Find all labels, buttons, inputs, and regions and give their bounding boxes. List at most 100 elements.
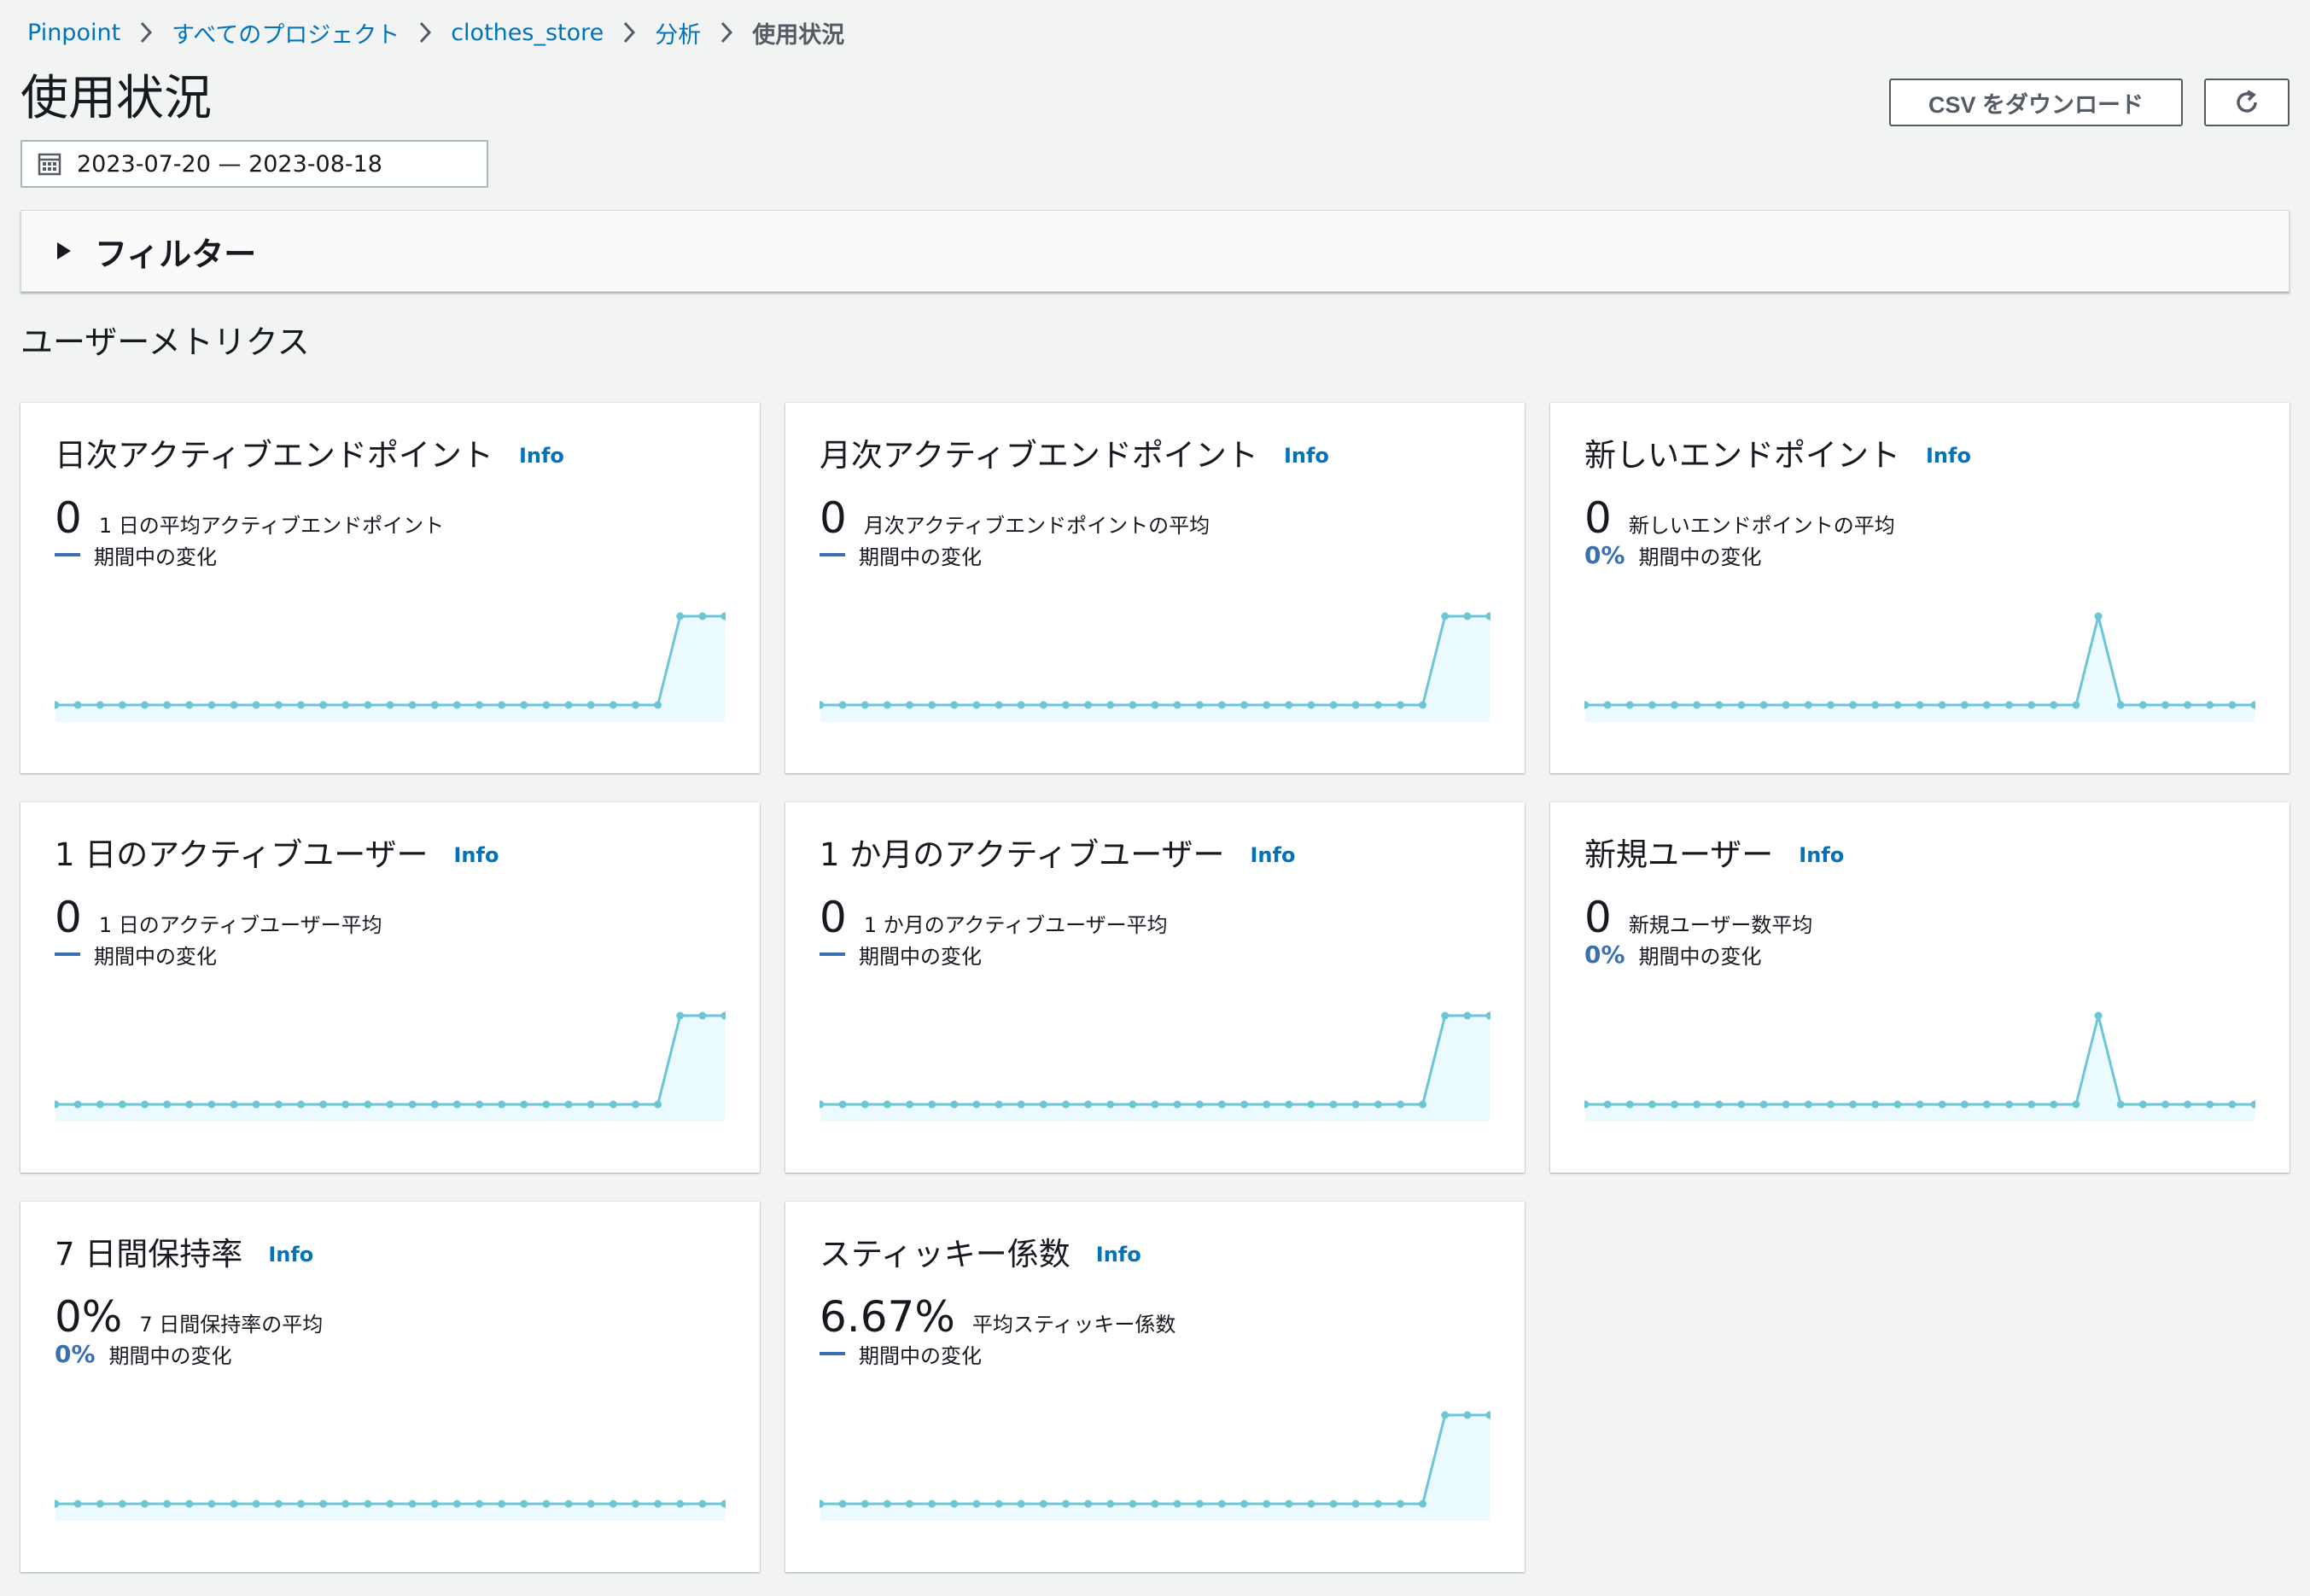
sparkline-point: [1374, 1500, 1382, 1508]
sparkline-point: [118, 1500, 126, 1508]
sparkline-point: [838, 1500, 847, 1508]
sparkline-point: [2184, 1100, 2192, 1109]
sparkline-point: [838, 1100, 847, 1109]
sparkline-point: [163, 1100, 172, 1109]
sparkline-line: [820, 615, 1490, 707]
info-link[interactable]: Info: [1799, 843, 1844, 867]
metric-description: 1 か月のアクティブユーザー平均: [863, 913, 1168, 937]
filter-panel-toggle[interactable]: フィルター: [20, 210, 2290, 292]
sparkline-point: [1217, 1500, 1226, 1508]
sparkline-point: [1329, 701, 1338, 709]
breadcrumb-link-all-projects[interactable]: すべてのプロジェクト: [172, 16, 400, 50]
info-link[interactable]: Info: [268, 1243, 313, 1267]
metric-title: 1 日のアクティブユーザー: [55, 836, 429, 873]
sparkline-point: [1061, 1500, 1070, 1508]
sparkline-point: [631, 701, 639, 709]
change-label: 期間中の変化: [859, 944, 982, 969]
sparkline-point: [2206, 1100, 2214, 1109]
sparkline-point: [1240, 1500, 1249, 1508]
page-title: 使用状況: [20, 71, 212, 126]
sparkline-line: [1585, 615, 2255, 707]
sparkline-point: [1916, 1100, 1924, 1109]
sparkline-point: [1285, 1100, 1293, 1109]
metric-value: 0: [820, 493, 847, 543]
sparkline-point: [928, 701, 936, 709]
metric-description: 1 日の平均アクティブエンドポイント: [98, 514, 445, 538]
breadcrumb-link-analytics[interactable]: 分析: [655, 16, 701, 50]
sparkline-point: [1715, 701, 1724, 709]
sparkline-point: [1151, 1100, 1159, 1109]
sparkline-point: [2027, 701, 2036, 709]
sparkline-chart: [1584, 612, 2255, 722]
download-csv-button[interactable]: CSV をダウンロード: [1889, 79, 2183, 126]
sparkline-point: [341, 701, 350, 709]
metric-card: 1 か月のアクティブユーザー Info 0 1 か月のアクティブユーザー平均 期間中の変…: [785, 802, 1525, 1173]
sparkline-point: [1129, 701, 1137, 709]
sparkline-point: [498, 1500, 506, 1508]
sparkline-point: [1759, 701, 1768, 709]
sparkline-point: [950, 1100, 959, 1109]
sparkline-point: [860, 701, 869, 709]
sparkline-point: [2072, 1100, 2080, 1109]
sparkline-line: [55, 615, 725, 707]
metric-title: 新規ユーザー: [1584, 836, 1774, 873]
sparkline-point: [73, 1500, 82, 1508]
sparkline-point: [1759, 1100, 1768, 1109]
refresh-button[interactable]: [2204, 79, 2290, 126]
info-link[interactable]: Info: [1251, 843, 1296, 867]
date-range-picker[interactable]: 2023-07-20 — 2023-08-18: [20, 140, 488, 188]
date-range-value: 2023-07-20 — 2023-08-18: [77, 150, 382, 178]
breadcrumb-link-pinpoint[interactable]: Pinpoint: [27, 20, 120, 46]
sparkline-point: [2094, 612, 2103, 620]
info-link[interactable]: Info: [519, 444, 564, 468]
metric-description: 新規ユーザー数平均: [1628, 913, 1813, 937]
sparkline-point: [452, 701, 461, 709]
sparkline-point: [928, 1500, 936, 1508]
info-link[interactable]: Info: [454, 843, 499, 867]
sparkline-point: [1039, 701, 1047, 709]
sparkline-point: [609, 1500, 617, 1508]
metric-title: スティッキー係数: [820, 1236, 1070, 1273]
sparkline-point: [1441, 1411, 1450, 1419]
sparkline-point: [163, 1500, 172, 1508]
sparkline-point: [1938, 701, 1946, 709]
dash-icon: [820, 553, 845, 556]
metric-description: 1 日のアクティブユーザー平均: [98, 913, 382, 937]
sparkline-point: [2161, 701, 2169, 709]
sparkline-point: [1625, 1100, 1634, 1109]
sparkline-point: [274, 701, 283, 709]
chevron-right-icon: [720, 21, 733, 44]
sparkline-line: [820, 1413, 1490, 1506]
sparkline-point: [118, 1100, 126, 1109]
caret-right-icon: [55, 242, 73, 260]
sparkline-point: [1893, 701, 1902, 709]
sparkline-point: [341, 1500, 350, 1508]
sparkline-line: [55, 1014, 725, 1106]
sparkline-point: [408, 1100, 417, 1109]
sparkline-chart: [1584, 1011, 2255, 1121]
info-link[interactable]: Info: [1926, 444, 1971, 468]
sparkline-point: [1129, 1500, 1137, 1508]
sparkline-point: [564, 701, 573, 709]
metric-value: 0: [1584, 893, 1612, 942]
sparkline-point: [1217, 1100, 1226, 1109]
sparkline-point: [1017, 1100, 1025, 1109]
sparkline-point: [2005, 701, 2014, 709]
sparkline-point: [1419, 1100, 1427, 1109]
info-link[interactable]: Info: [1284, 444, 1329, 468]
sparkline-point: [319, 1100, 328, 1109]
sparkline-point: [1737, 701, 1746, 709]
sparkline-point: [995, 1100, 1003, 1109]
sparkline-point: [319, 701, 328, 709]
metric-value: 0: [55, 493, 82, 543]
sparkline-point: [609, 1100, 617, 1109]
dash-icon: [820, 1352, 845, 1355]
sparkline-point: [2050, 701, 2058, 709]
sparkline-point: [386, 701, 394, 709]
sparkline-point: [2005, 1100, 2014, 1109]
sparkline-point: [609, 701, 617, 709]
metric-title: 7 日間保持率: [55, 1236, 243, 1273]
sparkline-point: [1960, 1100, 1969, 1109]
breadcrumb-link-project[interactable]: clothes_store: [451, 20, 604, 46]
info-link[interactable]: Info: [1096, 1243, 1141, 1267]
